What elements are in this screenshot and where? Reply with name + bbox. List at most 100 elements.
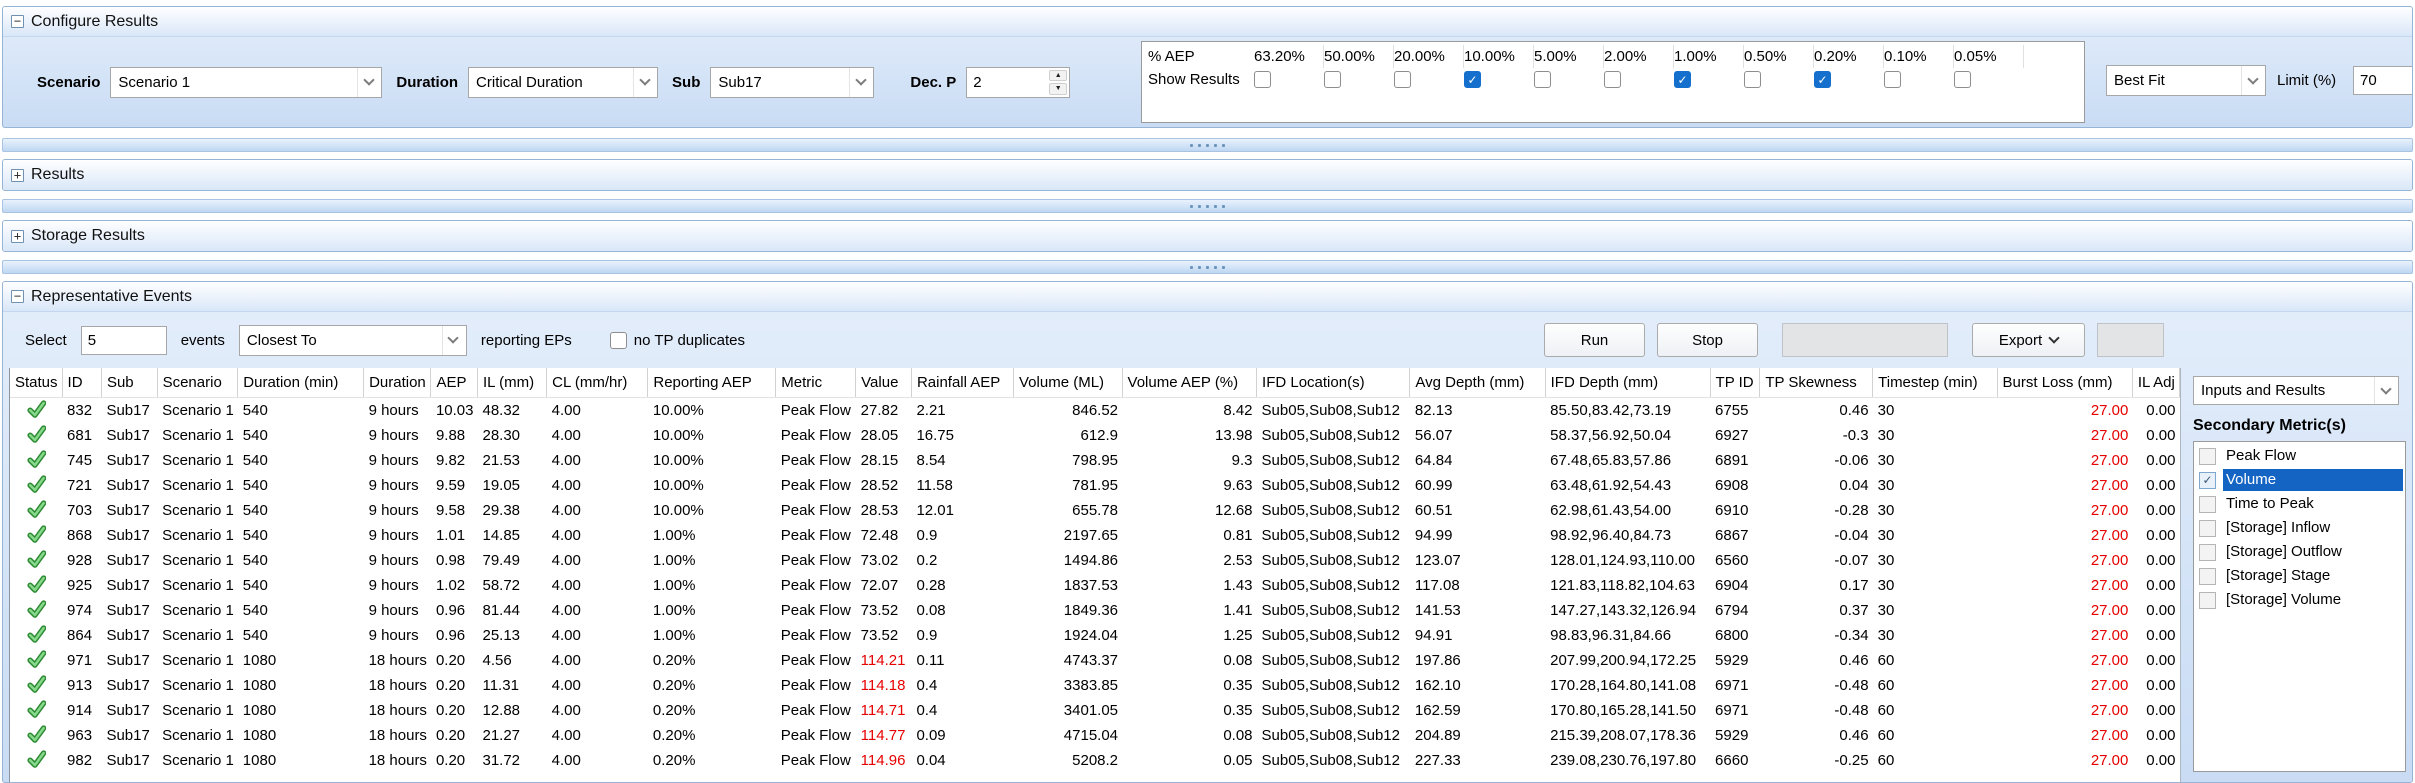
- metric-checkbox[interactable]: [2199, 568, 2216, 585]
- show-results-checkbox[interactable]: [1254, 71, 1271, 88]
- representative-events-header[interactable]: − Representative Events: [3, 282, 2412, 312]
- closest-to-select[interactable]: Closest To: [239, 325, 467, 356]
- metric-item[interactable]: [Storage] Outflow: [2194, 540, 2405, 564]
- metric-item[interactable]: Peak Flow: [2194, 444, 2405, 468]
- metric-checkbox[interactable]: [2199, 592, 2216, 609]
- chevron-down-icon: [357, 68, 379, 97]
- show-results-checkbox[interactable]: [1394, 71, 1411, 88]
- column-header-sub[interactable]: Sub: [101, 368, 157, 397]
- table-row[interactable]: 914Sub17Scenario 1108018 hours0.2012.884…: [10, 698, 2180, 723]
- metric-label: [Storage] Stage: [2223, 565, 2403, 587]
- duration-select[interactable]: Critical Duration: [468, 67, 658, 98]
- collapse-icon[interactable]: −: [11, 15, 24, 28]
- table-row[interactable]: 974Sub17Scenario 15409 hours0.9681.444.0…: [10, 598, 2180, 623]
- show-results-checkbox[interactable]: [1674, 71, 1691, 88]
- run-button[interactable]: Run: [1544, 323, 1645, 357]
- table-row[interactable]: 681Sub17Scenario 15409 hours9.8828.304.0…: [10, 423, 2180, 448]
- column-header-burst_loss[interactable]: Burst Loss (mm): [1997, 368, 2132, 397]
- column-header-value[interactable]: Value: [856, 368, 912, 397]
- table-row[interactable]: 868Sub17Scenario 15409 hours1.0114.854.0…: [10, 523, 2180, 548]
- table-row[interactable]: 721Sub17Scenario 15409 hours9.5919.054.0…: [10, 473, 2180, 498]
- column-header-duration_min[interactable]: Duration (min): [238, 368, 364, 397]
- column-header-reporting_aep[interactable]: Reporting AEP: [648, 368, 776, 397]
- metric-item[interactable]: Time to Peak: [2194, 492, 2405, 516]
- column-header-volume[interactable]: Volume (ML): [1014, 368, 1123, 397]
- cell-aep: 1.02: [431, 573, 478, 598]
- limit-input[interactable]: [2353, 66, 2413, 95]
- scenario-select[interactable]: Scenario 1: [110, 67, 382, 98]
- show-results-checkbox[interactable]: [1884, 71, 1901, 88]
- spin-down-icon[interactable]: ▼: [1049, 83, 1067, 95]
- cell-sub: Sub17: [101, 448, 157, 473]
- metric-checkbox[interactable]: [2199, 520, 2216, 537]
- table-row[interactable]: 982Sub17Scenario 1108018 hours0.2031.724…: [10, 748, 2180, 773]
- table-row[interactable]: 832Sub17Scenario 15409 hours10.0348.324.…: [10, 397, 2180, 423]
- column-header-metric[interactable]: Metric: [776, 368, 856, 397]
- column-header-aep[interactable]: AEP: [431, 368, 478, 397]
- results-header[interactable]: + Results: [3, 160, 2412, 190]
- configure-results-header[interactable]: − Configure Results: [3, 7, 2412, 37]
- column-header-duration[interactable]: Duration: [364, 368, 431, 397]
- panel-splitter[interactable]: [2, 199, 2413, 213]
- show-results-checkbox[interactable]: [1814, 71, 1831, 88]
- spin-up-icon[interactable]: ▲: [1049, 70, 1067, 82]
- show-results-checkbox[interactable]: [1604, 71, 1621, 88]
- collapse-icon[interactable]: −: [11, 290, 24, 303]
- column-header-cl[interactable]: CL (mm/hr): [547, 368, 648, 397]
- cell-ifd_depth: 121.83,118.82,104.63: [1545, 573, 1710, 598]
- show-results-checkbox[interactable]: [1534, 71, 1551, 88]
- table-row[interactable]: 928Sub17Scenario 15409 hours0.9879.494.0…: [10, 548, 2180, 573]
- dec-p-input[interactable]: [967, 68, 1047, 97]
- column-header-id[interactable]: ID: [62, 368, 101, 397]
- metric-item[interactable]: Volume: [2194, 468, 2405, 492]
- status-ok-icon: [27, 600, 46, 619]
- select-events-input[interactable]: [81, 326, 167, 355]
- column-header-avg_depth[interactable]: Avg Depth (mm): [1410, 368, 1545, 397]
- column-header-timestep[interactable]: Timestep (min): [1873, 368, 1997, 397]
- expand-icon[interactable]: +: [11, 230, 24, 243]
- metric-item[interactable]: [Storage] Volume: [2194, 588, 2405, 612]
- table-row[interactable]: 925Sub17Scenario 15409 hours1.0258.724.0…: [10, 573, 2180, 598]
- cell-status: [10, 698, 62, 723]
- storage-results-header[interactable]: + Storage Results: [3, 221, 2412, 251]
- view-mode-select[interactable]: Inputs and Results: [2193, 376, 2399, 405]
- cell-burst_loss: 27.00: [1997, 623, 2132, 648]
- panel-splitter[interactable]: [2, 260, 2413, 274]
- table-row[interactable]: 971Sub17Scenario 1108018 hours0.204.564.…: [10, 648, 2180, 673]
- metric-checkbox[interactable]: [2199, 544, 2216, 561]
- sub-select[interactable]: Sub17: [710, 67, 874, 98]
- export-button[interactable]: Export: [1972, 323, 2085, 357]
- table-row[interactable]: 913Sub17Scenario 1108018 hours0.2011.314…: [10, 673, 2180, 698]
- column-header-rainfall_aep[interactable]: Rainfall AEP: [911, 368, 1013, 397]
- column-header-ifd_location[interactable]: IFD Location(s): [1257, 368, 1410, 397]
- table-row[interactable]: 864Sub17Scenario 15409 hours0.9625.134.0…: [10, 623, 2180, 648]
- column-header-volume_aep[interactable]: Volume AEP (%): [1122, 368, 1257, 397]
- column-header-il_adj[interactable]: IL Adj: [2132, 368, 2179, 397]
- best-fit-select[interactable]: Best Fit: [2106, 65, 2266, 96]
- dec-p-stepper[interactable]: ▲▼: [966, 67, 1070, 98]
- table-row[interactable]: 745Sub17Scenario 15409 hours9.8221.534.0…: [10, 448, 2180, 473]
- column-header-tp_skew[interactable]: TP Skewness: [1760, 368, 1873, 397]
- column-header-status[interactable]: Status: [10, 368, 62, 397]
- metric-checkbox[interactable]: [2199, 472, 2216, 489]
- column-header-ifd_depth[interactable]: IFD Depth (mm): [1545, 368, 1710, 397]
- metric-checkbox[interactable]: [2199, 496, 2216, 513]
- metric-checkbox[interactable]: [2199, 448, 2216, 465]
- sub-label: Sub: [672, 74, 700, 91]
- column-header-tp_id[interactable]: TP ID: [1710, 368, 1760, 397]
- cell-rainfall_aep: 11.58: [911, 473, 1013, 498]
- stop-button[interactable]: Stop: [1657, 323, 1758, 357]
- column-header-scenario[interactable]: Scenario: [157, 368, 238, 397]
- show-results-checkbox[interactable]: [1324, 71, 1341, 88]
- show-results-checkbox[interactable]: [1954, 71, 1971, 88]
- metric-item[interactable]: [Storage] Inflow: [2194, 516, 2405, 540]
- metric-item[interactable]: [Storage] Stage: [2194, 564, 2405, 588]
- show-results-checkbox[interactable]: [1744, 71, 1761, 88]
- no-tp-duplicates-checkbox[interactable]: [610, 332, 627, 349]
- panel-splitter[interactable]: [2, 138, 2413, 152]
- table-row[interactable]: 963Sub17Scenario 1108018 hours0.2021.274…: [10, 723, 2180, 748]
- show-results-checkbox[interactable]: [1464, 71, 1481, 88]
- column-header-il[interactable]: IL (mm): [477, 368, 546, 397]
- table-row[interactable]: 703Sub17Scenario 15409 hours9.5829.384.0…: [10, 498, 2180, 523]
- expand-icon[interactable]: +: [11, 169, 24, 182]
